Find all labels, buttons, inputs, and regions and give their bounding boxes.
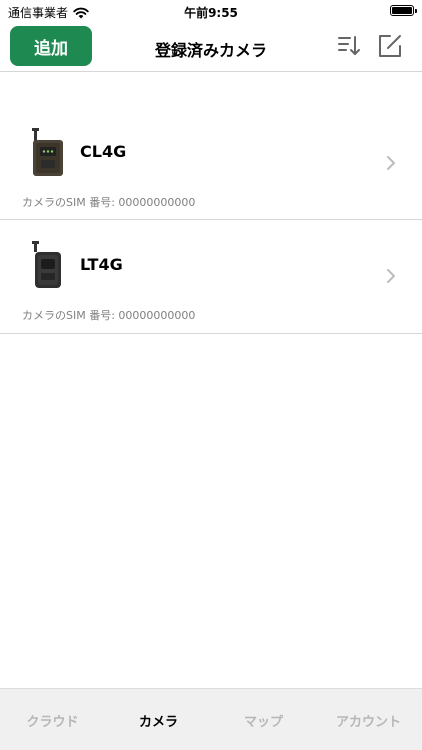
battery-nub <box>415 9 417 13</box>
sim-label: カメラのSIM 番号: <box>22 196 119 209</box>
status-time: 午前9:55 <box>184 6 238 20</box>
status-bar: 通信事業者 午前9:55 <box>0 0 422 22</box>
camera-list-item[interactable]: CL4G カメラのSIM 番号: 00000000000 <box>0 106 422 220</box>
sim-number: 00000000000 <box>118 196 196 209</box>
tab-account[interactable]: アカウント <box>316 711 421 730</box>
sim-number: 00000000000 <box>118 309 196 322</box>
chevron-right-icon <box>387 269 395 283</box>
battery-fill <box>392 7 412 14</box>
tab-map[interactable]: マップ <box>211 711 316 730</box>
sim-label: カメラのSIM 番号: <box>22 309 119 322</box>
camera-name: LT4G <box>80 255 123 274</box>
add-button[interactable]: 追加 <box>10 26 92 66</box>
trail-camera-icon <box>32 241 61 288</box>
edit-icon[interactable] <box>377 33 403 59</box>
camera-list: CL4G カメラのSIM 番号: 00000000000 LT4G カメラのSI… <box>0 106 422 334</box>
tab-bar: クラウド カメラ マップ アカウント <box>0 688 422 750</box>
camera-list-item[interactable]: LT4G カメラのSIM 番号: 00000000000 <box>0 220 422 334</box>
sim-info: カメラのSIM 番号: 00000000000 <box>22 307 195 323</box>
sim-info: カメラのSIM 番号: 00000000000 <box>22 194 195 210</box>
trail-camera-icon <box>32 128 63 176</box>
chevron-right-icon <box>387 156 395 170</box>
battery-icon <box>390 5 417 16</box>
tab-camera[interactable]: カメラ <box>106 711 211 730</box>
tab-cloud[interactable]: クラウド <box>0 711 105 730</box>
nav-bar: 追加 登録済みカメラ <box>0 22 422 72</box>
sort-icon[interactable] <box>336 33 362 59</box>
camera-name: CL4G <box>80 142 127 161</box>
